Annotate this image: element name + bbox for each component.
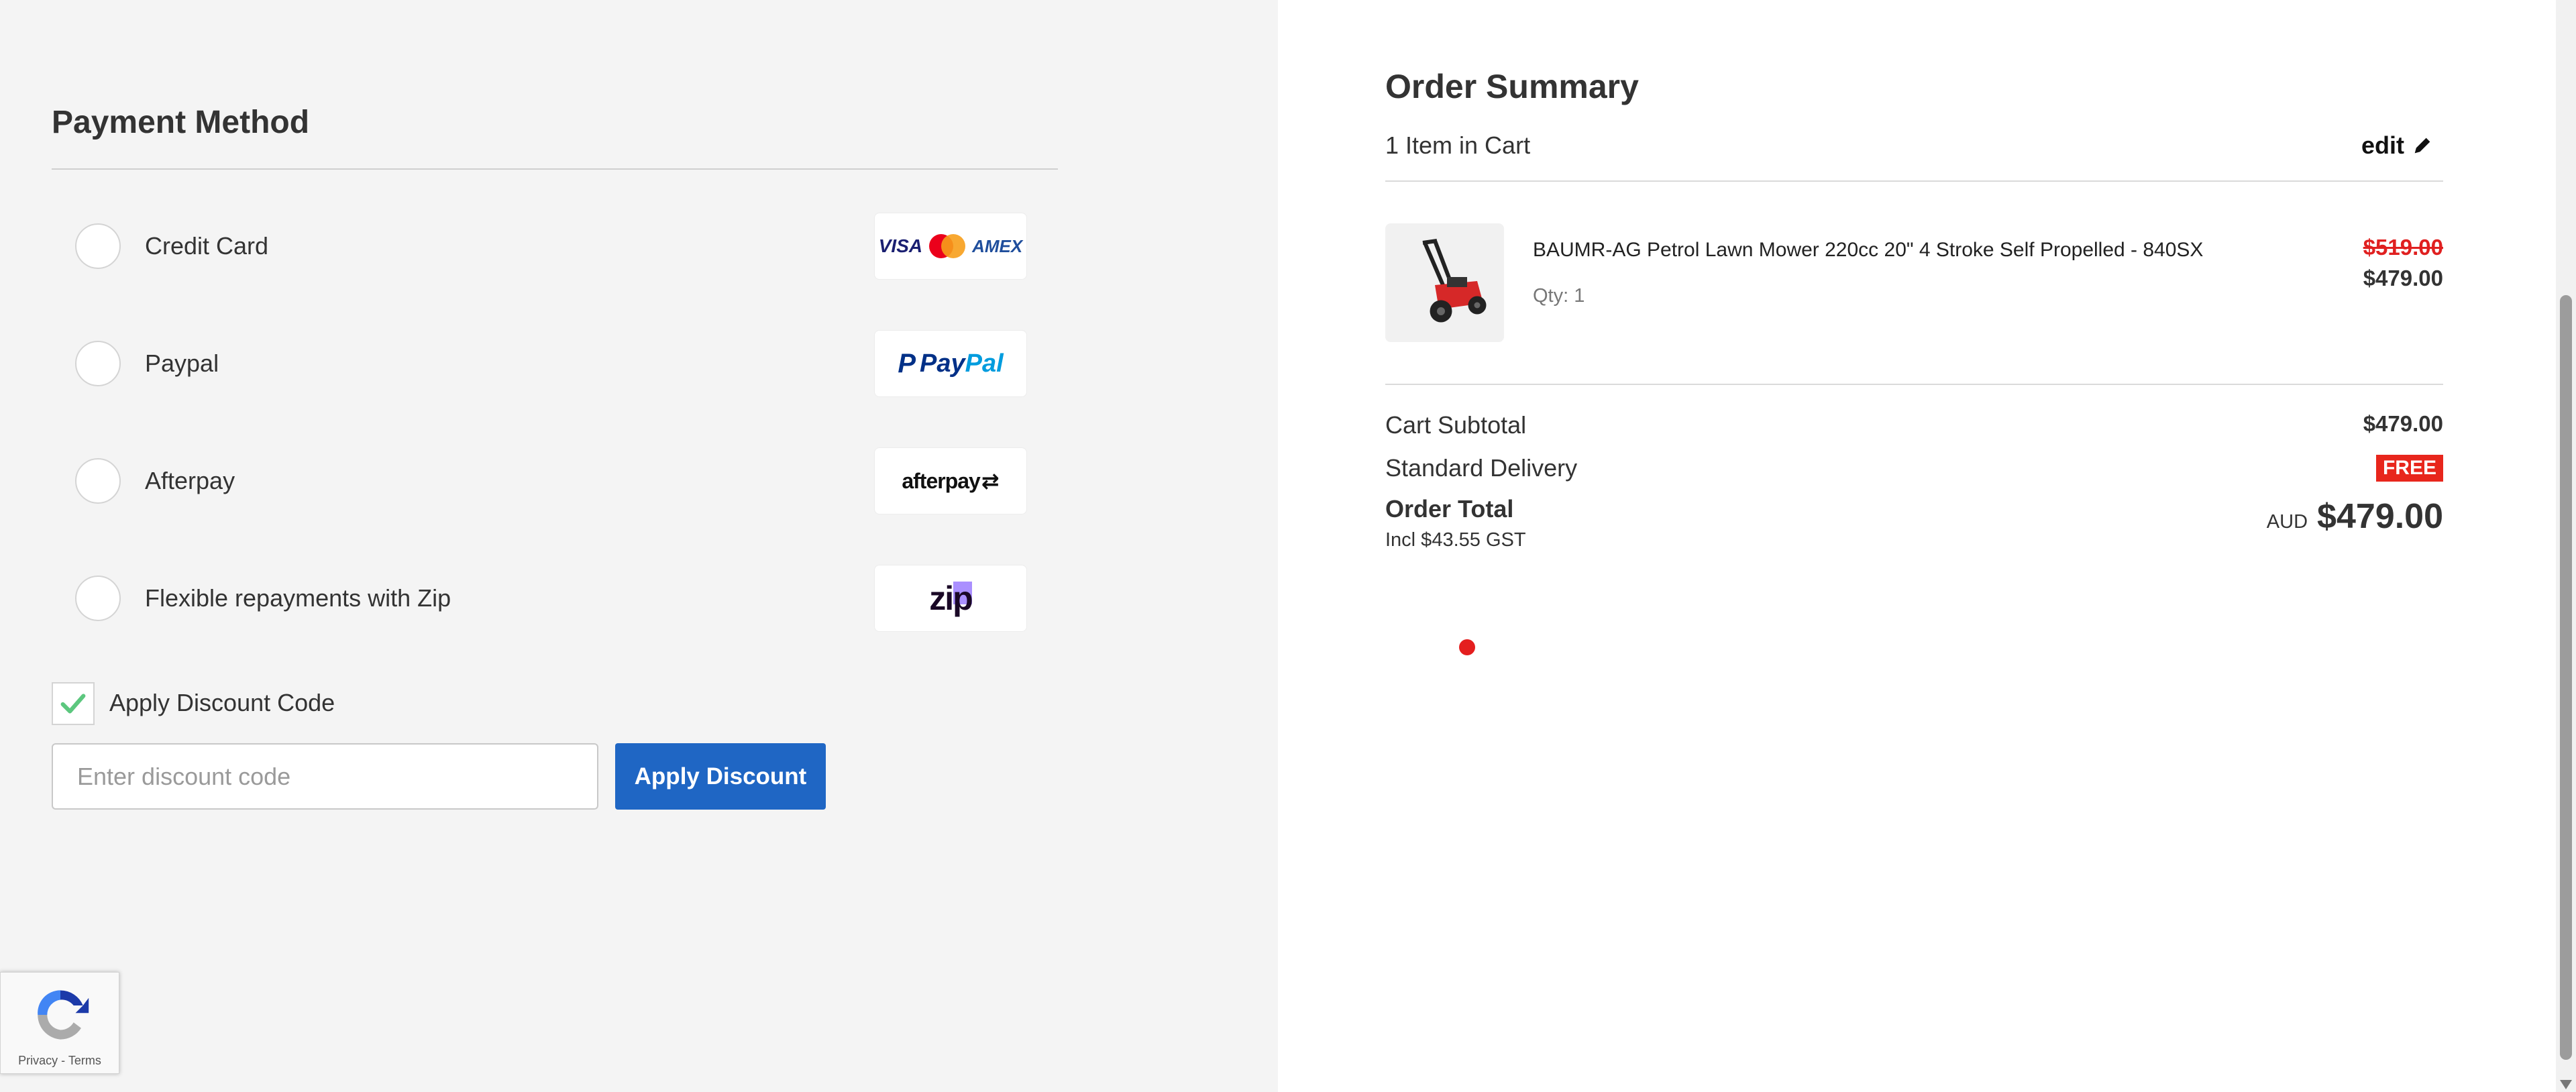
- apply-discount-button[interactable]: Apply Discount: [615, 743, 826, 810]
- payment-option-afterpay[interactable]: Afterpay afterpay ⇄: [52, 444, 1031, 518]
- order-summary-title: Order Summary: [1385, 68, 1639, 105]
- delivery-label: Standard Delivery: [1385, 454, 1578, 482]
- credit-card-radio[interactable]: [75, 223, 121, 269]
- price-original: $519.00: [2363, 235, 2443, 260]
- recaptcha-icon: [38, 990, 89, 1040]
- amex-logo: AMEX: [972, 235, 1023, 256]
- apply-discount-label[interactable]: Apply Discount Code: [109, 689, 335, 717]
- total-value: $479.00: [2317, 497, 2443, 536]
- total-currency: AUD: [2266, 511, 2308, 533]
- cursor-dot: [1459, 639, 1475, 655]
- payment-option-label: Paypal: [145, 349, 219, 377]
- product-image: [1385, 223, 1504, 342]
- recaptcha-links[interactable]: Privacy - Terms: [1, 1054, 119, 1068]
- product-price: $519.00 $479.00: [2217, 0, 2443, 335]
- visa-logo: VISA: [878, 235, 923, 256]
- afterpay-logo: afterpay ⇄: [874, 447, 1027, 514]
- afterpay-arrows-icon: ⇄: [981, 469, 1000, 493]
- zip-radio[interactable]: [75, 576, 121, 621]
- paypal-radio[interactable]: [75, 341, 121, 386]
- afterpay-radio[interactable]: [75, 458, 121, 504]
- payment-method-title: Payment Method: [52, 105, 310, 140]
- payment-divider: [52, 168, 1058, 170]
- order-total: AUD $479.00: [2267, 496, 2443, 537]
- zip-logo: zip: [874, 565, 1027, 632]
- cart-item-count: 1 Item in Cart: [1385, 131, 1531, 159]
- summary-divider: [1385, 384, 2443, 385]
- paypal-logo-pal: Pal: [965, 349, 1004, 378]
- afterpay-logo-text: afterpay: [902, 468, 980, 493]
- payment-option-label: Credit Card: [145, 232, 269, 260]
- gst-note: Incl $43.55 GST: [1385, 529, 1526, 551]
- product-qty: Qty: 1: [1533, 285, 1585, 307]
- paypal-logo: P Pay Pal: [874, 330, 1027, 397]
- mastercard-logo: [929, 234, 966, 258]
- payment-option-credit-card[interactable]: Credit Card VISA AMEX: [52, 209, 1031, 283]
- payment-option-label: Flexible repayments with Zip: [145, 584, 451, 612]
- apply-discount-checkbox[interactable]: [52, 682, 95, 725]
- checkmark-icon: [60, 694, 86, 714]
- delivery-free-badge: FREE: [2375, 455, 2443, 482]
- page-scrollbar[interactable]: [2556, 0, 2576, 1092]
- zip-logo-text: zip: [929, 580, 973, 617]
- card-logos-icon: VISA AMEX: [874, 213, 1027, 280]
- order-total-label: Order Total: [1385, 495, 1514, 523]
- scrollbar-thumb[interactable]: [2560, 295, 2572, 1060]
- product-name: BAUMR-AG Petrol Lawn Mower 220cc 20" 4 S…: [1533, 239, 2204, 261]
- payment-option-label: Afterpay: [145, 467, 235, 494]
- discount-code-input[interactable]: [52, 743, 598, 810]
- recaptcha-badge[interactable]: Privacy - Terms: [0, 972, 119, 1074]
- cart-subtotal-label: Cart Subtotal: [1385, 411, 1527, 439]
- order-summary-panel: Order Summary 1 Item in Cart edit BAUMR-…: [1278, 0, 2556, 1092]
- lawn-mower-icon: [1422, 238, 1486, 322]
- paypal-p-icon: P: [898, 348, 916, 378]
- payment-panel: Payment Method Credit Card VISA AMEX Pay…: [0, 0, 1278, 1092]
- price-current: $479.00: [2363, 266, 2443, 290]
- scroll-down-arrow-icon[interactable]: [2560, 1080, 2572, 1089]
- payment-option-paypal[interactable]: Paypal P Pay Pal: [52, 327, 1031, 400]
- paypal-logo-pay: Pay: [920, 349, 965, 378]
- cart-subtotal-value: $479.00: [2363, 411, 2443, 436]
- payment-option-zip[interactable]: Flexible repayments with Zip zip: [52, 561, 1031, 635]
